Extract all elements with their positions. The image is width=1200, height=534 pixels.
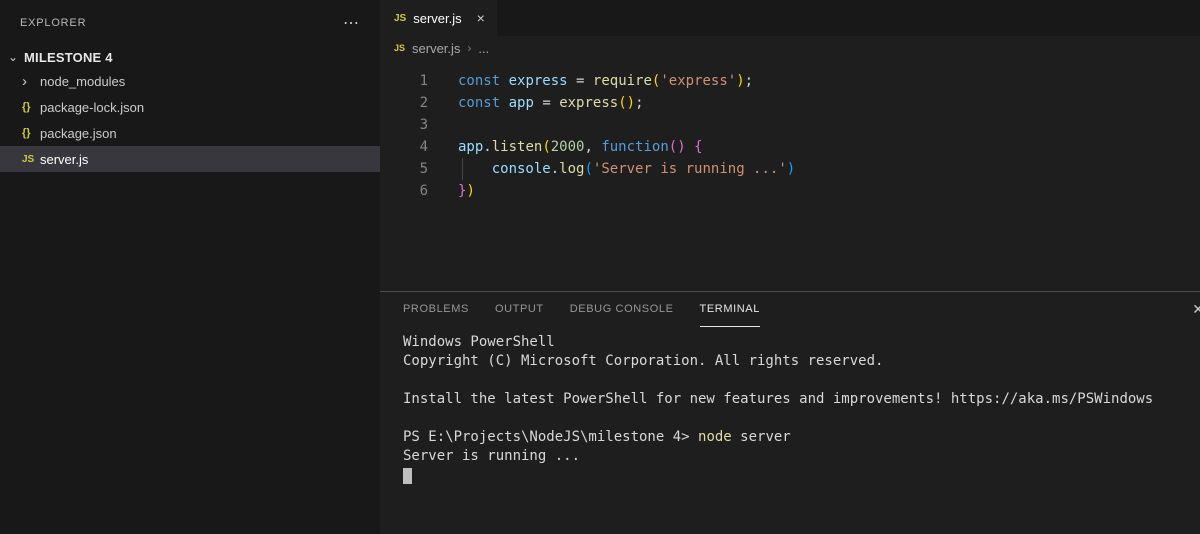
editor-area: JS server.js × JS server.js › ... 1 const…	[380, 0, 1200, 534]
code-line-content: const app = express();	[458, 95, 644, 111]
section-header-milestone4[interactable]: ⌄ MILESTONE 4	[0, 46, 380, 68]
breadcrumb-file[interactable]: server.js	[412, 41, 460, 56]
chevron-down-icon: ⌄	[7, 50, 19, 64]
line-number: 3	[419, 117, 428, 133]
terminal-line: Copyright (C) Microsoft Corporation. All…	[403, 353, 884, 369]
code-line-content: console.log('Server is running ...')	[491, 161, 796, 177]
line-number: 1	[419, 73, 428, 89]
editor-tabbar: JS server.js ×	[380, 0, 1200, 36]
tree-item-package-lock.json[interactable]: {} package-lock.json	[0, 94, 380, 120]
js-icon: JS	[394, 12, 407, 24]
panel-tab-terminal[interactable]: TERMINAL	[699, 292, 760, 327]
json-icon: {}	[22, 127, 31, 139]
explorer-title: EXPLORER	[20, 17, 87, 29]
code-line-content	[428, 114, 458, 136]
close-icon[interactable]: ×	[477, 10, 485, 26]
code-line: 1 const express = require('express');	[380, 70, 1200, 92]
code-line: 3	[380, 114, 1200, 136]
tree-item-label: package.json	[40, 125, 117, 141]
indent-guide	[462, 158, 463, 180]
line-number: 4	[419, 139, 428, 155]
line-number: 6	[419, 183, 428, 199]
chevron-right-icon: ›	[22, 72, 27, 90]
js-icon: JS	[22, 153, 35, 165]
tree-item-label: package-lock.json	[40, 99, 145, 115]
line-number: 2	[419, 95, 428, 111]
code-line: 4 app.listen(2000, function() {	[380, 136, 1200, 158]
terminal[interactable]: Windows PowerShell Copyright (C) Microsof…	[380, 327, 1200, 534]
code-editor[interactable]: 1 const express = require('express'); 2 con…	[380, 60, 1200, 291]
panel-tab-output[interactable]: OUTPUT	[495, 292, 544, 327]
bottom-panel: PROBLEMS OUTPUT DEBUG CONSOLE TERMINAL ✕ Wi…	[380, 291, 1200, 534]
tree-item-server.js[interactable]: JS server.js	[0, 146, 380, 172]
breadcrumb: JS server.js › ...	[380, 36, 1200, 60]
terminal-cursor-line	[403, 466, 1200, 485]
tree-item-label: node_modules	[40, 73, 126, 89]
tree-item-node_modules[interactable]: › node_modules	[0, 68, 380, 94]
code-line-content: app.listen(2000, function() {	[458, 139, 703, 155]
code-line: 5 console.log('Server is running ...')	[380, 158, 1200, 180]
editor-tab-serverjs[interactable]: JS server.js ×	[380, 0, 497, 36]
vscode-window: EXPLORER ⋯ ⌄ MILESTONE 4 › node_modules {}…	[0, 0, 1200, 534]
tab-label: server.js	[413, 10, 462, 26]
terminal-line: Server is running ...	[403, 448, 581, 464]
chevron-right-icon: ›	[467, 41, 472, 55]
json-icon: {}	[22, 101, 31, 113]
sidebar-header: EXPLORER ⋯	[0, 0, 380, 46]
file-tree: › node_modules {} package-lock.json {} packag…	[0, 68, 380, 172]
terminal-line: Windows PowerShell	[403, 334, 555, 350]
terminal-cursor	[403, 468, 412, 484]
explorer-sidebar: EXPLORER ⋯ ⌄ MILESTONE 4 › node_modules {}…	[0, 0, 380, 534]
code-line: 2 const app = express();	[380, 92, 1200, 114]
section-label: MILESTONE 4	[24, 49, 113, 65]
panel-tab-debug-console[interactable]: DEBUG CONSOLE	[570, 292, 674, 327]
panel-tabbar: PROBLEMS OUTPUT DEBUG CONSOLE TERMINAL	[380, 292, 1200, 327]
tree-item-label: server.js	[40, 151, 89, 167]
code-line: 6})	[380, 180, 1200, 202]
breadcrumb-symbol[interactable]: ...	[478, 41, 489, 56]
js-icon: JS	[394, 43, 406, 53]
panel-tab-problems[interactable]: PROBLEMS	[403, 292, 469, 327]
code-line-content: const express = require('express');	[458, 73, 754, 89]
line-number: 5	[419, 161, 428, 177]
terminal-line: Install the latest PowerShell for new fe…	[403, 391, 1154, 407]
terminal-line: PS E:\Projects\NodeJS\milestone 4> node …	[403, 429, 791, 445]
code-line-content: })	[458, 183, 475, 199]
panel-close-icon[interactable]: ✕	[1192, 301, 1200, 318]
more-actions-icon[interactable]: ⋯	[343, 13, 360, 33]
tree-item-package.json[interactable]: {} package.json	[0, 120, 380, 146]
